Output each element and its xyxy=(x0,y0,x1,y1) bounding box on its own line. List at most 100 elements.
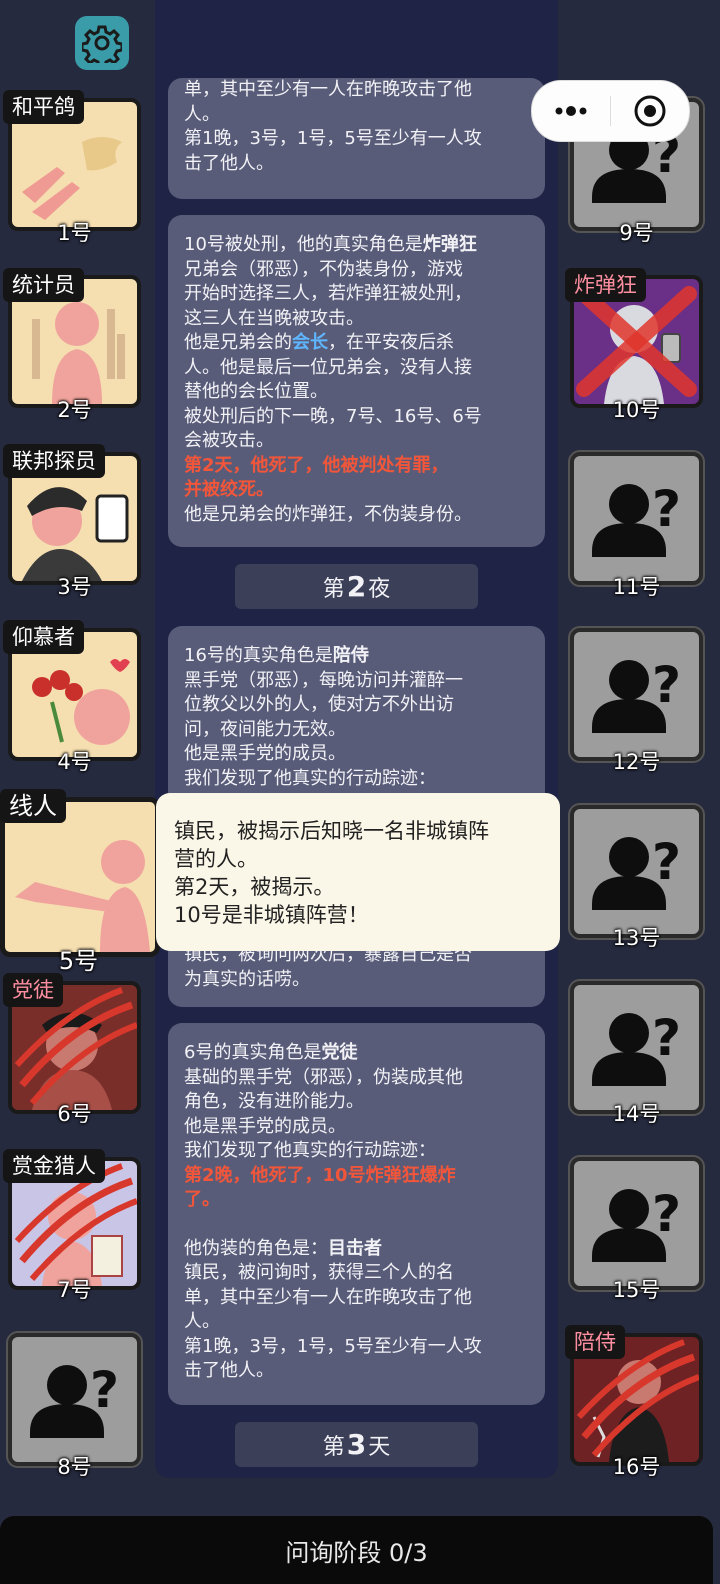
unknown-player-icon: ? xyxy=(592,1185,681,1262)
role-plate: 赏金猎人 xyxy=(3,1149,105,1183)
log-text: 为真实的话唠。 xyxy=(184,968,310,990)
gear-icon xyxy=(82,25,122,63)
svg-text:?: ? xyxy=(652,480,681,538)
informant-portrait xyxy=(15,840,150,952)
log-text: 6号的真实角色是 xyxy=(184,1042,322,1063)
player-number: 4号 xyxy=(57,750,92,774)
highlight-text: 会长 xyxy=(292,332,328,353)
log-text: 人。 xyxy=(184,103,220,125)
log-card: 单，其中至少有一人在昨晚攻击了他 人。 第1晚，3号，1号，5号至少有一人攻 击… xyxy=(168,78,545,199)
close-button[interactable] xyxy=(611,81,689,141)
log-text: 我们发现了他真实的行动踪迹： xyxy=(184,767,436,789)
log-text: 镇民，被问询时，获得三个人的名 xyxy=(184,1262,454,1283)
player-number: 7号 xyxy=(57,1278,92,1302)
role-plate: 和平鸽 xyxy=(3,90,84,124)
player-number: 3号 xyxy=(57,575,92,599)
svg-text:?: ? xyxy=(652,1185,681,1243)
player-number: 9号 xyxy=(619,221,654,245)
role-plate: 联邦探员 xyxy=(3,444,105,478)
tooltip-text: 10号是非城镇阵营！ xyxy=(174,903,369,927)
phase-status-bar: 问询阶段 0/3 xyxy=(0,1516,713,1584)
log-text: 人。他是最后一位兄弟会，没有人接 xyxy=(184,356,472,378)
log-text: 位教父以外的人，使对方不外出访 xyxy=(184,694,454,715)
player-number: 11号 xyxy=(612,575,661,599)
player-number: 16号 xyxy=(612,1455,661,1479)
unknown-player-icon: ? xyxy=(30,1361,119,1438)
log-text: 开始时选择三人，若炸弹狂被处刑， xyxy=(184,283,472,304)
player-number: 14号 xyxy=(612,1102,661,1126)
player-slot-15[interactable]: ? xyxy=(568,1155,705,1292)
player-slot-8[interactable]: ? xyxy=(6,1331,143,1468)
log-text: 10号被处刑，他的真实角色是 xyxy=(184,234,423,255)
svg-text:?: ? xyxy=(652,1009,681,1067)
log-text: 基础的黑手党（邪恶），伪装成其他 xyxy=(184,1066,463,1088)
target-close-icon xyxy=(634,95,666,127)
log-text: 角色，没有进阶能力。 xyxy=(184,1091,364,1112)
unknown-player-icon: ? xyxy=(592,833,681,910)
log-text: 兄弟会（邪恶），不伪装身份，游戏 xyxy=(184,258,463,280)
player-number: 8号 xyxy=(57,1455,92,1479)
role-name: 党徒 xyxy=(321,1042,358,1063)
phase-divider: 第3天 xyxy=(235,1422,478,1467)
player-slot-12[interactable]: ? xyxy=(568,626,705,763)
phase-divider: 第2夜 xyxy=(235,564,478,609)
role-plate: 党徒 xyxy=(3,973,63,1007)
log-text: 这三人在当晚被攻击。 xyxy=(184,307,364,329)
log-text: 第1晚，3号，1号，5号至少有一人攻 xyxy=(184,128,482,149)
unknown-player-icon: ? xyxy=(592,480,681,557)
log-text: 他是黑手党的成员。 xyxy=(184,1115,346,1137)
log-text: 问，夜间能力无效。 xyxy=(184,718,346,740)
log-text: 16号的真实角色是 xyxy=(184,645,333,666)
role-plate: 陪侍 xyxy=(565,1325,625,1359)
role-plate: 炸弹狂 xyxy=(565,268,646,302)
unknown-player-icon: ? xyxy=(592,1009,681,1086)
log-text: 人。 xyxy=(184,1311,220,1332)
player-slot-13[interactable]: ? xyxy=(568,803,705,940)
log-text: 单，其中至少有一人在昨晚攻击了他 xyxy=(184,79,472,100)
log-text: 第1晚，3号，1号，5号至少有一人攻 xyxy=(184,1335,482,1357)
player-number: 10号 xyxy=(612,398,661,422)
player-number: 13号 xyxy=(612,926,661,950)
svg-text:?: ? xyxy=(90,1361,119,1419)
role-plate: 仰慕者 xyxy=(3,620,84,654)
death-text: 了。 xyxy=(184,1189,220,1210)
role-plate: 线人 xyxy=(0,789,66,823)
log-text: 单，其中至少有一人在昨晚攻击了他 xyxy=(184,1286,472,1308)
log-text: 替他的会长位置。 xyxy=(184,381,328,402)
more-dots-icon xyxy=(555,106,587,116)
player-slot-14[interactable]: ? xyxy=(568,979,705,1116)
tooltip-text: 第2天，被揭示。 xyxy=(174,875,335,899)
log-text: 他是黑手党的成员。 xyxy=(184,743,346,764)
unknown-player-icon: ? xyxy=(592,656,681,733)
player-number: 6号 xyxy=(57,1102,92,1126)
miniprogram-capsule xyxy=(531,80,690,142)
role-name: 目击者 xyxy=(328,1237,382,1259)
role-name: 陪侍 xyxy=(332,645,369,666)
tooltip-text: 镇民，被揭示后知晓一名非城镇阵 xyxy=(174,819,489,843)
svg-text:?: ? xyxy=(652,833,681,891)
more-button[interactable] xyxy=(532,81,610,141)
log-text: ，在平安夜后杀 xyxy=(328,332,454,353)
role-name: 炸弹狂 xyxy=(422,234,477,255)
death-text: 并被绞死。 xyxy=(184,479,274,500)
tooltip-text: 营的人。 xyxy=(174,847,258,871)
log-card: 6号的真实角色是党徒 基础的黑手党（邪恶），伪装成其他 角色，没有进阶能力。 他… xyxy=(168,1023,545,1405)
log-text: 他是兄弟会的 xyxy=(184,332,292,353)
log-text: 我们发现了他真实的行动踪迹： xyxy=(184,1140,436,1161)
player-number: 15号 xyxy=(612,1278,661,1302)
log-card: 10号被处刑，他的真实角色是炸弹狂 兄弟会（邪恶），不伪装身份，游戏 开始时选择… xyxy=(168,215,545,547)
log-text: 黑手党（邪恶），每晚访问并灌醉一 xyxy=(184,669,463,691)
phase-label: 问询阶段 0/3 xyxy=(285,1538,428,1567)
svg-text:?: ? xyxy=(652,656,681,714)
settings-button[interactable] xyxy=(75,16,129,70)
log-text: 击了他人。 xyxy=(184,1360,274,1381)
role-info-tooltip: 镇民，被揭示后知晓一名非城镇阵 营的人。 第2天，被揭示。 10号是非城镇阵营！ xyxy=(156,793,560,951)
log-text: 被处刑后的下一晚，7号、16号、6号 xyxy=(184,405,482,427)
player-number: 1号 xyxy=(57,221,92,245)
log-text: 他伪装的角色是： xyxy=(184,1237,328,1259)
death-text: 第2天，他死了，他被判处有罪， xyxy=(184,454,449,476)
log-text: 他是兄弟会的炸弹狂，不伪装身份。 xyxy=(184,503,472,525)
player-number: 2号 xyxy=(57,398,92,422)
player-slot-11[interactable]: ? xyxy=(568,450,705,587)
role-plate: 统计员 xyxy=(3,268,84,302)
